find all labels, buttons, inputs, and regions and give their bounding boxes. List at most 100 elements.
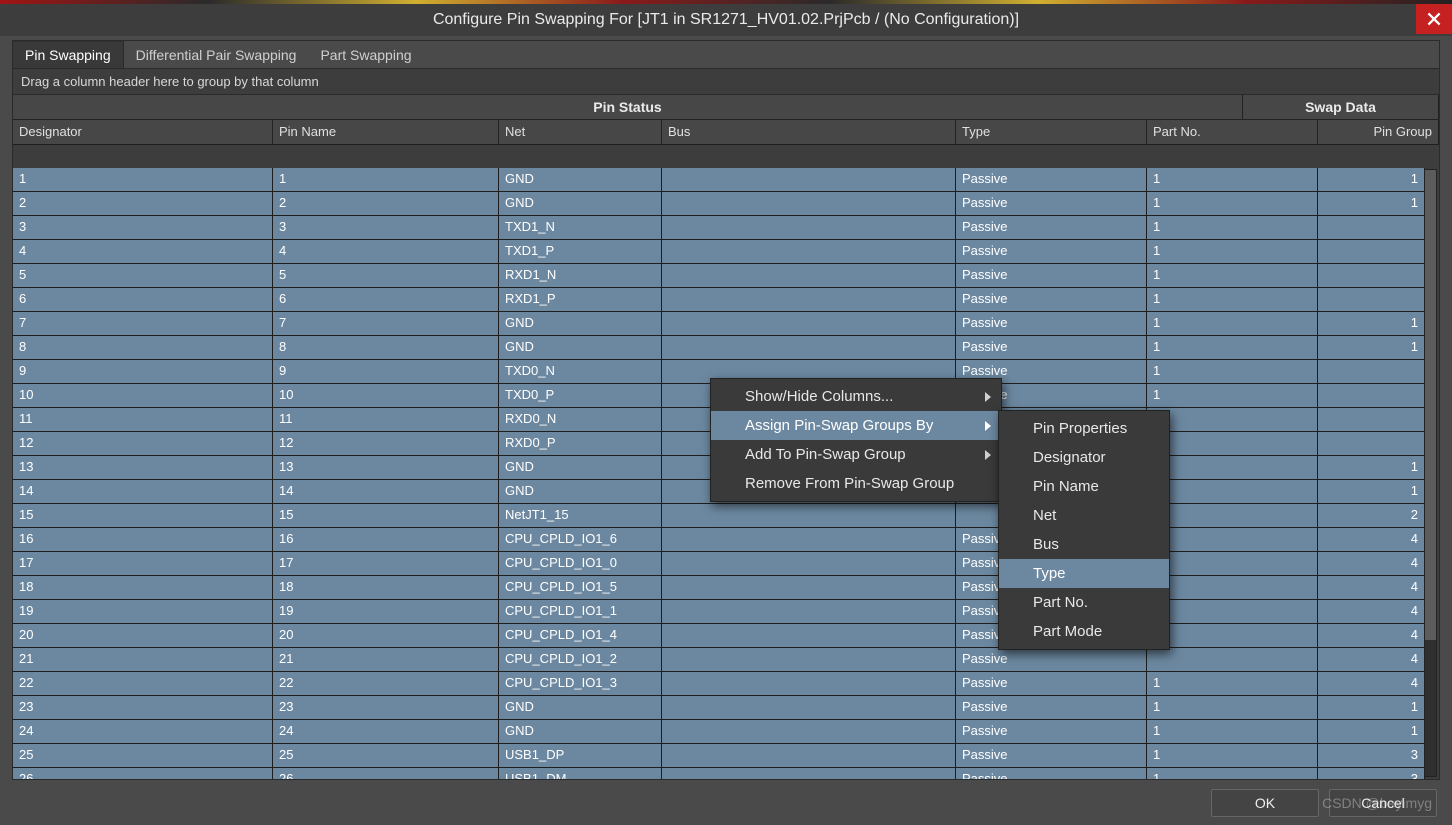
cell: 1 — [1147, 384, 1318, 407]
cell — [662, 264, 956, 287]
table-row[interactable]: 2424GNDPassive11 — [13, 720, 1425, 744]
context-menu-item[interactable]: Show/Hide Columns... — [711, 382, 1001, 411]
cell: 1 — [1147, 216, 1318, 239]
cell: 1 — [1147, 240, 1318, 263]
cell — [1318, 360, 1425, 383]
section-header-row: Pin Status Swap Data — [13, 95, 1439, 120]
cell: 4 — [1318, 624, 1425, 647]
col-designator[interactable]: Designator — [13, 120, 273, 144]
cell: 26 — [273, 768, 499, 779]
cell: 23 — [13, 696, 273, 719]
context-submenu-item[interactable]: Designator — [999, 443, 1169, 472]
table-row[interactable]: 66RXD1_PPassive1 — [13, 288, 1425, 312]
cell: 16 — [273, 528, 499, 551]
cell: 4 — [273, 240, 499, 263]
context-menu-item[interactable]: Assign Pin-Swap Groups By — [711, 411, 1001, 440]
cell: 1 — [1147, 696, 1318, 719]
context-submenu-item[interactable]: Bus — [999, 530, 1169, 559]
cell — [662, 672, 956, 695]
cell — [1318, 216, 1425, 239]
cell: NetJT1_15 — [499, 504, 662, 527]
table-row[interactable]: 1818CPU_CPLD_IO1_5Passive4 — [13, 576, 1425, 600]
cell — [1147, 624, 1318, 647]
cell — [1147, 552, 1318, 575]
cell: 12 — [273, 432, 499, 455]
cell: 16 — [13, 528, 273, 551]
table-row[interactable]: 55RXD1_NPassive1 — [13, 264, 1425, 288]
cell: 1 — [1318, 192, 1425, 215]
scroll-thumb[interactable] — [1425, 170, 1436, 640]
cell: 1 — [1318, 168, 1425, 191]
table-row[interactable]: 1616CPU_CPLD_IO1_6Passive4 — [13, 528, 1425, 552]
table-row[interactable]: 33TXD1_NPassive1 — [13, 216, 1425, 240]
cell: CPU_CPLD_IO1_3 — [499, 672, 662, 695]
cell: 1 — [1147, 264, 1318, 287]
cell: 20 — [13, 624, 273, 647]
cell: Passive — [956, 336, 1147, 359]
cell: 7 — [273, 312, 499, 335]
cell: GND — [499, 456, 662, 479]
col-pin-name[interactable]: Pin Name — [273, 120, 499, 144]
table-row[interactable]: 2222CPU_CPLD_IO1_3Passive14 — [13, 672, 1425, 696]
context-submenu[interactable]: Pin PropertiesDesignatorPin Name Net Bus Ty… — [998, 410, 1170, 650]
cell: 6 — [273, 288, 499, 311]
table-row[interactable]: 77GNDPassive11 — [13, 312, 1425, 336]
cell: 4 — [13, 240, 273, 263]
table-row[interactable]: 88GNDPassive11 — [13, 336, 1425, 360]
context-submenu-item[interactable]: Net — [999, 501, 1169, 530]
cell — [662, 336, 956, 359]
table-row[interactable]: 2121CPU_CPLD_IO1_2Passive4 — [13, 648, 1425, 672]
cell — [662, 720, 956, 743]
table-row[interactable]: 2525USB1_DPPassive13 — [13, 744, 1425, 768]
cancel-button[interactable]: Cancel — [1329, 789, 1437, 817]
table-row[interactable]: 22GNDPassive11 — [13, 192, 1425, 216]
cell: TXD0_N — [499, 360, 662, 383]
cell: GND — [499, 192, 662, 215]
cell: 10 — [273, 384, 499, 407]
table-row[interactable]: 2626USB1_DMPassive13 — [13, 768, 1425, 779]
tab-pin-swapping[interactable]: Pin Swapping — [13, 41, 124, 68]
cell: Passive — [956, 720, 1147, 743]
ok-button[interactable]: OK — [1211, 789, 1319, 817]
close-icon — [1427, 12, 1441, 26]
table-row[interactable]: 2323GNDPassive11 — [13, 696, 1425, 720]
cell — [662, 312, 956, 335]
window-close-button[interactable] — [1416, 4, 1452, 34]
context-submenu-item[interactable]: Type — [999, 559, 1169, 588]
context-submenu-item[interactable]: Part No. — [999, 588, 1169, 617]
context-menu-item[interactable]: Add To Pin-Swap Group — [711, 440, 1001, 469]
cell: 1 — [1147, 288, 1318, 311]
context-menu-item[interactable]: Remove From Pin-Swap Group — [711, 469, 1001, 498]
table-row[interactable]: 1919CPU_CPLD_IO1_1Passive4 — [13, 600, 1425, 624]
context-submenu-label: Net — [1033, 507, 1056, 524]
cell: 2 — [13, 192, 273, 215]
context-submenu-item[interactable]: Pin Name — [999, 472, 1169, 501]
cell — [662, 528, 956, 551]
cell: 5 — [273, 264, 499, 287]
cell: 3 — [1318, 744, 1425, 767]
cell: 6 — [13, 288, 273, 311]
vertical-scrollbar[interactable] — [1424, 169, 1437, 777]
col-pin-group[interactable]: Pin Group — [1318, 120, 1439, 144]
table-row[interactable]: 44TXD1_PPassive1 — [13, 240, 1425, 264]
group-by-hint[interactable]: Drag a column header here to group by th… — [13, 69, 1439, 95]
cell: TXD1_N — [499, 216, 662, 239]
context-submenu-item[interactable]: Part Mode — [999, 617, 1169, 646]
submenu-arrow-icon — [985, 421, 991, 431]
cell — [662, 648, 956, 671]
table-row[interactable]: 1717CPU_CPLD_IO1_0Passive4 — [13, 552, 1425, 576]
cell: 2 — [273, 192, 499, 215]
tab-part-swapping[interactable]: Part Swapping — [308, 42, 423, 68]
context-submenu-item[interactable]: Pin Properties — [999, 414, 1169, 443]
context-submenu-label: Bus — [1033, 536, 1059, 553]
table-row[interactable]: 2020CPU_CPLD_IO1_4Passive4 — [13, 624, 1425, 648]
col-net[interactable]: Net — [499, 120, 662, 144]
col-bus[interactable]: Bus — [662, 120, 956, 144]
context-menu[interactable]: Show/Hide Columns...Assign Pin-Swap Grou… — [710, 378, 1002, 502]
tab-diff-pair-swapping[interactable]: Differential Pair Swapping — [124, 42, 309, 68]
col-part-no[interactable]: Part No. — [1147, 120, 1318, 144]
cell — [662, 624, 956, 647]
table-row[interactable]: 1515NetJT1_152 — [13, 504, 1425, 528]
col-type[interactable]: Type — [956, 120, 1147, 144]
table-row[interactable]: 11GNDPassive11 — [13, 168, 1425, 192]
